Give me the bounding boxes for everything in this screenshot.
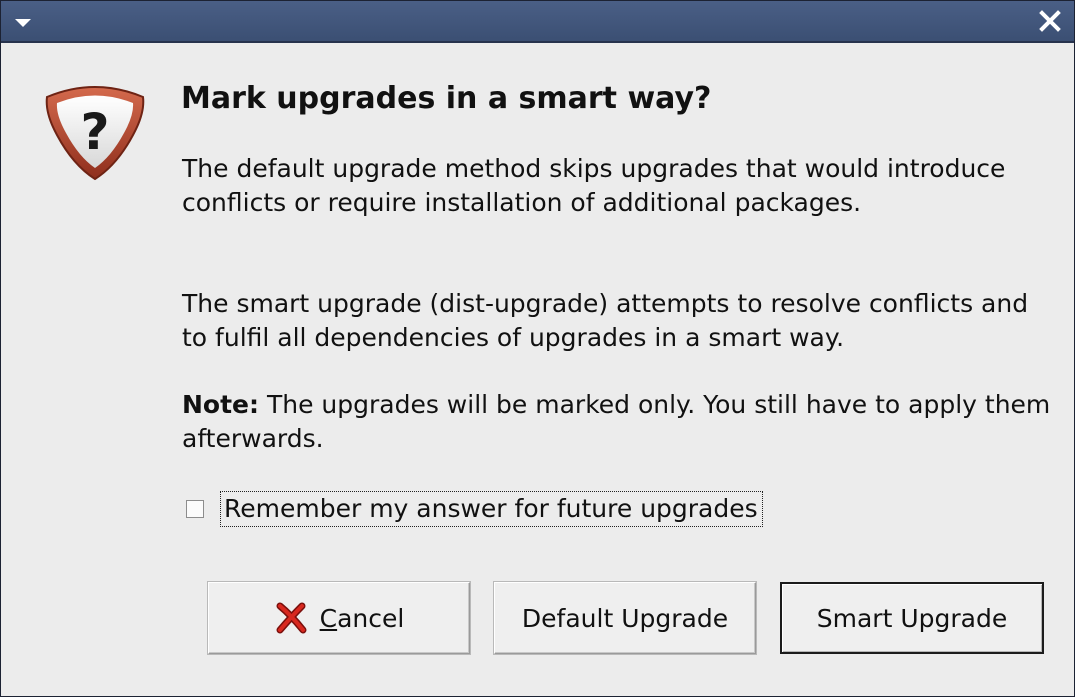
dialog-window: ? Mark upgrades in a smart way? The defa… [0,0,1075,697]
window-menu-arrow-icon[interactable] [15,19,31,27]
close-icon[interactable] [1038,9,1062,33]
remember-answer-label[interactable]: Remember my answer for future upgrades [220,491,763,527]
cancel-x-icon [276,602,307,634]
cancel-label: Cancel [319,603,405,633]
description-smart: The smart upgrade (dist-upgrade) attempt… [182,289,1029,352]
default-upgrade-button[interactable]: Default Upgrade [494,582,756,654]
smart-upgrade-button[interactable]: Smart Upgrade [780,582,1044,654]
remember-answer-checkbox[interactable] [186,500,204,518]
title-bar[interactable] [1,1,1074,43]
svg-text:?: ? [80,103,109,161]
cancel-button[interactable]: Cancel [208,582,470,654]
remember-answer-option[interactable]: Remember my answer for future upgrades [186,489,763,529]
dialog-body: ? Mark upgrades in a smart way? The defa… [3,45,1072,694]
dialog-heading: Mark upgrades in a smart way? [181,81,712,116]
note-text: Note: The upgrades will be marked only. … [182,388,1052,456]
description-default: The default upgrade method skips upgrade… [182,154,1006,217]
note-label: Note: [182,390,260,419]
note-body: The upgrades will be marked only. You st… [182,390,1051,453]
question-icon: ? [45,86,145,181]
